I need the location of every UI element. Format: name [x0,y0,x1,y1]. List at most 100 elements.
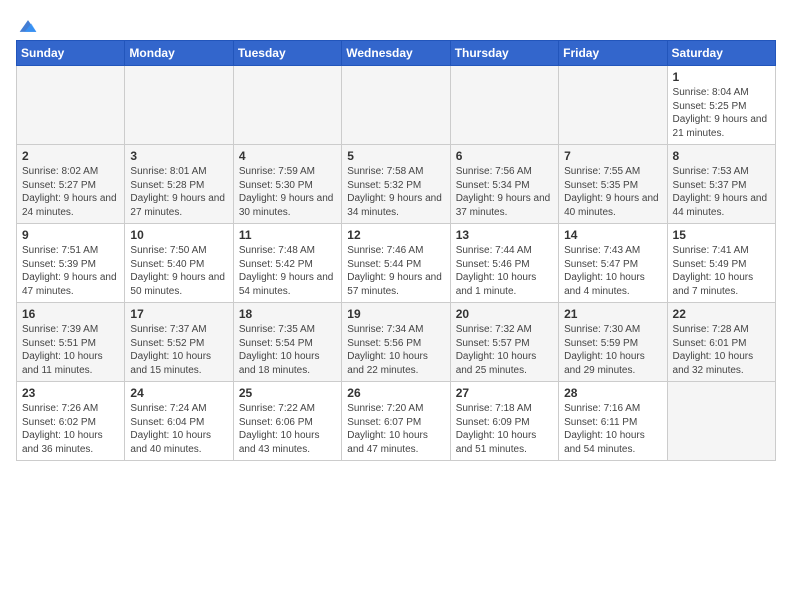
day-cell: 26 Sunrise: 7:20 AM Sunset: 6:07 PM Dayli… [342,382,450,461]
day-cell: 25 Sunrise: 7:22 AM Sunset: 6:06 PM Dayli… [233,382,341,461]
day-info: Sunrise: 7:55 AM Sunset: 5:35 PM Dayligh… [564,165,661,219]
weekday-header-tuesday: Tuesday [233,41,341,66]
day-number: 6 [456,149,553,163]
day-info: Sunrise: 7:18 AM Sunset: 6:09 PM Dayligh… [456,402,553,456]
week-row-1: 1 Sunrise: 8:04 AM Sunset: 5:25 PM Daylig… [17,66,776,145]
day-cell [667,382,775,461]
day-info: Sunrise: 7:37 AM Sunset: 5:52 PM Dayligh… [130,323,227,377]
day-number: 26 [347,386,444,400]
day-info: Sunrise: 8:02 AM Sunset: 5:27 PM Dayligh… [22,165,119,219]
day-cell: 8 Sunrise: 7:53 AM Sunset: 5:37 PM Daylig… [667,145,775,224]
day-info: Sunrise: 7:46 AM Sunset: 5:44 PM Dayligh… [347,244,444,298]
day-cell: 21 Sunrise: 7:30 AM Sunset: 5:59 PM Dayli… [559,303,667,382]
day-info: Sunrise: 7:32 AM Sunset: 5:57 PM Dayligh… [456,323,553,377]
day-cell: 1 Sunrise: 8:04 AM Sunset: 5:25 PM Daylig… [667,66,775,145]
day-cell: 16 Sunrise: 7:39 AM Sunset: 5:51 PM Dayli… [17,303,125,382]
day-number: 28 [564,386,661,400]
day-cell: 17 Sunrise: 7:37 AM Sunset: 5:52 PM Dayli… [125,303,233,382]
day-info: Sunrise: 7:39 AM Sunset: 5:51 PM Dayligh… [22,323,119,377]
day-cell: 22 Sunrise: 7:28 AM Sunset: 6:01 PM Dayli… [667,303,775,382]
week-row-4: 16 Sunrise: 7:39 AM Sunset: 5:51 PM Dayli… [17,303,776,382]
day-number: 2 [22,149,119,163]
day-number: 15 [673,228,770,242]
day-number: 5 [347,149,444,163]
day-cell: 9 Sunrise: 7:51 AM Sunset: 5:39 PM Daylig… [17,224,125,303]
weekday-header-row: SundayMondayTuesdayWednesdayThursdayFrid… [17,41,776,66]
day-number: 7 [564,149,661,163]
day-number: 24 [130,386,227,400]
day-info: Sunrise: 7:50 AM Sunset: 5:40 PM Dayligh… [130,244,227,298]
calendar: SundayMondayTuesdayWednesdayThursdayFrid… [16,40,776,461]
day-cell: 12 Sunrise: 7:46 AM Sunset: 5:44 PM Dayli… [342,224,450,303]
day-info: Sunrise: 7:53 AM Sunset: 5:37 PM Dayligh… [673,165,770,219]
day-cell: 19 Sunrise: 7:34 AM Sunset: 5:56 PM Dayli… [342,303,450,382]
day-number: 12 [347,228,444,242]
day-cell: 3Sunrise: 8:01 AM Sunset: 5:28 PM Daylig… [125,145,233,224]
day-cell: 7 Sunrise: 7:55 AM Sunset: 5:35 PM Daylig… [559,145,667,224]
day-cell: 13 Sunrise: 7:44 AM Sunset: 5:46 PM Dayli… [450,224,558,303]
day-cell [559,66,667,145]
day-number: 27 [456,386,553,400]
day-info: Sunrise: 7:30 AM Sunset: 5:59 PM Dayligh… [564,323,661,377]
day-info: Sunrise: 7:34 AM Sunset: 5:56 PM Dayligh… [347,323,444,377]
day-number: 9 [22,228,119,242]
weekday-header-wednesday: Wednesday [342,41,450,66]
logo-icon [18,16,38,36]
day-cell [342,66,450,145]
day-number: 17 [130,307,227,321]
day-cell [450,66,558,145]
logo [16,16,38,32]
day-info: Sunrise: 7:51 AM Sunset: 5:39 PM Dayligh… [22,244,119,298]
page-header [16,16,776,32]
week-row-3: 9 Sunrise: 7:51 AM Sunset: 5:39 PM Daylig… [17,224,776,303]
day-cell: 10 Sunrise: 7:50 AM Sunset: 5:40 PM Dayli… [125,224,233,303]
day-info: Sunrise: 7:48 AM Sunset: 5:42 PM Dayligh… [239,244,336,298]
day-number: 25 [239,386,336,400]
day-cell: 15 Sunrise: 7:41 AM Sunset: 5:49 PM Dayli… [667,224,775,303]
weekday-header-friday: Friday [559,41,667,66]
day-info: Sunrise: 7:41 AM Sunset: 5:49 PM Dayligh… [673,244,770,298]
day-info: Sunrise: 7:16 AM Sunset: 6:11 PM Dayligh… [564,402,661,456]
day-cell: 23 Sunrise: 7:26 AM Sunset: 6:02 PM Dayli… [17,382,125,461]
day-number: 8 [673,149,770,163]
day-info: Sunrise: 7:56 AM Sunset: 5:34 PM Dayligh… [456,165,553,219]
day-info: Sunrise: 7:26 AM Sunset: 6:02 PM Dayligh… [22,402,119,456]
day-info: Sunrise: 7:20 AM Sunset: 6:07 PM Dayligh… [347,402,444,456]
day-number: 14 [564,228,661,242]
day-number: 10 [130,228,227,242]
day-number: 19 [347,307,444,321]
day-number: 21 [564,307,661,321]
day-info: Sunrise: 7:28 AM Sunset: 6:01 PM Dayligh… [673,323,770,377]
day-cell [233,66,341,145]
day-number: 18 [239,307,336,321]
day-cell [125,66,233,145]
day-cell: 14Sunrise: 7:43 AM Sunset: 5:47 PM Dayli… [559,224,667,303]
day-info: Sunrise: 7:58 AM Sunset: 5:32 PM Dayligh… [347,165,444,219]
day-cell: 20 Sunrise: 7:32 AM Sunset: 5:57 PM Dayli… [450,303,558,382]
day-cell: 18 Sunrise: 7:35 AM Sunset: 5:54 PM Dayli… [233,303,341,382]
day-cell: 4Sunrise: 7:59 AM Sunset: 5:30 PM Daylig… [233,145,341,224]
day-info: Sunrise: 7:44 AM Sunset: 5:46 PM Dayligh… [456,244,553,298]
day-info: Sunrise: 8:04 AM Sunset: 5:25 PM Dayligh… [673,86,770,140]
day-cell: 11 Sunrise: 7:48 AM Sunset: 5:42 PM Dayli… [233,224,341,303]
day-cell: 5 Sunrise: 7:58 AM Sunset: 5:32 PM Daylig… [342,145,450,224]
day-number: 22 [673,307,770,321]
day-cell: 27 Sunrise: 7:18 AM Sunset: 6:09 PM Dayli… [450,382,558,461]
day-info: Sunrise: 7:35 AM Sunset: 5:54 PM Dayligh… [239,323,336,377]
weekday-header-sunday: Sunday [17,41,125,66]
day-number: 23 [22,386,119,400]
weekday-header-thursday: Thursday [450,41,558,66]
day-number: 20 [456,307,553,321]
day-cell: 6 Sunrise: 7:56 AM Sunset: 5:34 PM Daylig… [450,145,558,224]
day-number: 11 [239,228,336,242]
weekday-header-monday: Monday [125,41,233,66]
day-info: Sunrise: 7:22 AM Sunset: 6:06 PM Dayligh… [239,402,336,456]
day-cell: 2 Sunrise: 8:02 AM Sunset: 5:27 PM Daylig… [17,145,125,224]
day-info: Sunrise: 7:59 AM Sunset: 5:30 PM Dayligh… [239,165,336,219]
week-row-5: 23 Sunrise: 7:26 AM Sunset: 6:02 PM Dayli… [17,382,776,461]
day-number: 13 [456,228,553,242]
day-number: 16 [22,307,119,321]
weekday-header-saturday: Saturday [667,41,775,66]
day-number: 1 [673,70,770,84]
day-info: Sunrise: 7:24 AM Sunset: 6:04 PM Dayligh… [130,402,227,456]
